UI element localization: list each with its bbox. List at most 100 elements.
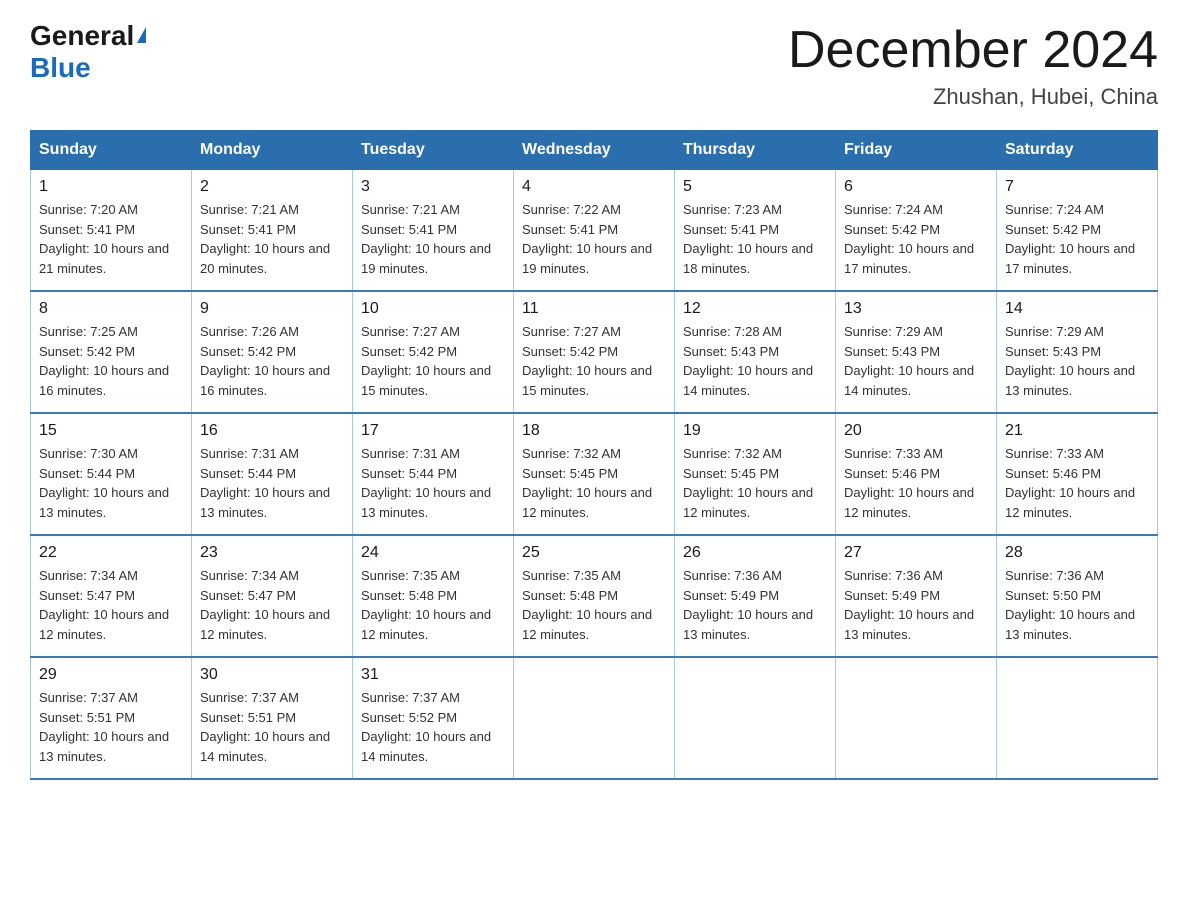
calendar-cell: 8 Sunrise: 7:25 AM Sunset: 5:42 PM Dayli…: [31, 291, 192, 413]
calendar-cell: [514, 657, 675, 779]
logo-general-text: General: [30, 20, 134, 52]
calendar-cell: 25 Sunrise: 7:35 AM Sunset: 5:48 PM Dayl…: [514, 535, 675, 657]
day-number: 11: [522, 300, 666, 318]
day-number: 25: [522, 544, 666, 562]
day-info: Sunrise: 7:32 AM Sunset: 5:45 PM Dayligh…: [522, 444, 666, 522]
day-info: Sunrise: 7:33 AM Sunset: 5:46 PM Dayligh…: [1005, 444, 1149, 522]
calendar-week-row: 8 Sunrise: 7:25 AM Sunset: 5:42 PM Dayli…: [31, 291, 1158, 413]
day-number: 22: [39, 544, 183, 562]
day-number: 1: [39, 178, 183, 196]
day-number: 4: [522, 178, 666, 196]
calendar-week-row: 1 Sunrise: 7:20 AM Sunset: 5:41 PM Dayli…: [31, 170, 1158, 292]
day-number: 18: [522, 422, 666, 440]
calendar-cell: 31 Sunrise: 7:37 AM Sunset: 5:52 PM Dayl…: [353, 657, 514, 779]
calendar-cell: 21 Sunrise: 7:33 AM Sunset: 5:46 PM Dayl…: [997, 413, 1158, 535]
day-info: Sunrise: 7:27 AM Sunset: 5:42 PM Dayligh…: [522, 322, 666, 400]
day-number: 17: [361, 422, 505, 440]
calendar-cell: 7 Sunrise: 7:24 AM Sunset: 5:42 PM Dayli…: [997, 170, 1158, 292]
day-number: 21: [1005, 422, 1149, 440]
day-number: 20: [844, 422, 988, 440]
day-info: Sunrise: 7:30 AM Sunset: 5:44 PM Dayligh…: [39, 444, 183, 522]
day-info: Sunrise: 7:32 AM Sunset: 5:45 PM Dayligh…: [683, 444, 827, 522]
day-number: 5: [683, 178, 827, 196]
calendar-cell: [836, 657, 997, 779]
day-number: 7: [1005, 178, 1149, 196]
day-info: Sunrise: 7:23 AM Sunset: 5:41 PM Dayligh…: [683, 200, 827, 278]
day-number: 27: [844, 544, 988, 562]
day-info: Sunrise: 7:34 AM Sunset: 5:47 PM Dayligh…: [200, 566, 344, 644]
header-sunday: Sunday: [31, 131, 192, 170]
calendar-week-row: 29 Sunrise: 7:37 AM Sunset: 5:51 PM Dayl…: [31, 657, 1158, 779]
day-number: 16: [200, 422, 344, 440]
day-info: Sunrise: 7:31 AM Sunset: 5:44 PM Dayligh…: [361, 444, 505, 522]
day-info: Sunrise: 7:34 AM Sunset: 5:47 PM Dayligh…: [39, 566, 183, 644]
calendar-cell: 28 Sunrise: 7:36 AM Sunset: 5:50 PM Dayl…: [997, 535, 1158, 657]
calendar-cell: [675, 657, 836, 779]
day-number: 15: [39, 422, 183, 440]
day-number: 30: [200, 666, 344, 684]
day-number: 10: [361, 300, 505, 318]
header-wednesday: Wednesday: [514, 131, 675, 170]
day-info: Sunrise: 7:33 AM Sunset: 5:46 PM Dayligh…: [844, 444, 988, 522]
day-info: Sunrise: 7:28 AM Sunset: 5:43 PM Dayligh…: [683, 322, 827, 400]
day-info: Sunrise: 7:29 AM Sunset: 5:43 PM Dayligh…: [1005, 322, 1149, 400]
calendar-cell: 15 Sunrise: 7:30 AM Sunset: 5:44 PM Dayl…: [31, 413, 192, 535]
day-number: 3: [361, 178, 505, 196]
logo: General Blue: [30, 20, 146, 84]
calendar-cell: 29 Sunrise: 7:37 AM Sunset: 5:51 PM Dayl…: [31, 657, 192, 779]
day-info: Sunrise: 7:27 AM Sunset: 5:42 PM Dayligh…: [361, 322, 505, 400]
day-info: Sunrise: 7:36 AM Sunset: 5:49 PM Dayligh…: [844, 566, 988, 644]
calendar-cell: 23 Sunrise: 7:34 AM Sunset: 5:47 PM Dayl…: [192, 535, 353, 657]
day-number: 12: [683, 300, 827, 318]
calendar-cell: 1 Sunrise: 7:20 AM Sunset: 5:41 PM Dayli…: [31, 170, 192, 292]
calendar-cell: 26 Sunrise: 7:36 AM Sunset: 5:49 PM Dayl…: [675, 535, 836, 657]
header-friday: Friday: [836, 131, 997, 170]
calendar-cell: 9 Sunrise: 7:26 AM Sunset: 5:42 PM Dayli…: [192, 291, 353, 413]
day-info: Sunrise: 7:25 AM Sunset: 5:42 PM Dayligh…: [39, 322, 183, 400]
day-number: 8: [39, 300, 183, 318]
day-number: 9: [200, 300, 344, 318]
calendar-cell: 18 Sunrise: 7:32 AM Sunset: 5:45 PM Dayl…: [514, 413, 675, 535]
day-number: 19: [683, 422, 827, 440]
day-info: Sunrise: 7:37 AM Sunset: 5:51 PM Dayligh…: [200, 688, 344, 766]
day-info: Sunrise: 7:35 AM Sunset: 5:48 PM Dayligh…: [361, 566, 505, 644]
calendar-cell: 5 Sunrise: 7:23 AM Sunset: 5:41 PM Dayli…: [675, 170, 836, 292]
header-row: Sunday Monday Tuesday Wednesday Thursday…: [31, 131, 1158, 170]
day-info: Sunrise: 7:24 AM Sunset: 5:42 PM Dayligh…: [1005, 200, 1149, 278]
day-number: 13: [844, 300, 988, 318]
calendar-cell: 22 Sunrise: 7:34 AM Sunset: 5:47 PM Dayl…: [31, 535, 192, 657]
calendar-body: 1 Sunrise: 7:20 AM Sunset: 5:41 PM Dayli…: [31, 170, 1158, 780]
calendar-cell: 30 Sunrise: 7:37 AM Sunset: 5:51 PM Dayl…: [192, 657, 353, 779]
day-info: Sunrise: 7:26 AM Sunset: 5:42 PM Dayligh…: [200, 322, 344, 400]
calendar-title: December 2024: [788, 20, 1158, 80]
calendar-cell: 2 Sunrise: 7:21 AM Sunset: 5:41 PM Dayli…: [192, 170, 353, 292]
calendar-subtitle: Zhushan, Hubei, China: [788, 84, 1158, 110]
calendar-cell: 4 Sunrise: 7:22 AM Sunset: 5:41 PM Dayli…: [514, 170, 675, 292]
day-info: Sunrise: 7:21 AM Sunset: 5:41 PM Dayligh…: [361, 200, 505, 278]
day-info: Sunrise: 7:20 AM Sunset: 5:41 PM Dayligh…: [39, 200, 183, 278]
calendar-cell: 17 Sunrise: 7:31 AM Sunset: 5:44 PM Dayl…: [353, 413, 514, 535]
title-section: December 2024 Zhushan, Hubei, China: [788, 20, 1158, 110]
day-number: 14: [1005, 300, 1149, 318]
calendar-header: Sunday Monday Tuesday Wednesday Thursday…: [31, 131, 1158, 170]
calendar-week-row: 22 Sunrise: 7:34 AM Sunset: 5:47 PM Dayl…: [31, 535, 1158, 657]
day-number: 29: [39, 666, 183, 684]
calendar-week-row: 15 Sunrise: 7:30 AM Sunset: 5:44 PM Dayl…: [31, 413, 1158, 535]
day-number: 2: [200, 178, 344, 196]
header-saturday: Saturday: [997, 131, 1158, 170]
day-info: Sunrise: 7:24 AM Sunset: 5:42 PM Dayligh…: [844, 200, 988, 278]
day-info: Sunrise: 7:22 AM Sunset: 5:41 PM Dayligh…: [522, 200, 666, 278]
day-info: Sunrise: 7:37 AM Sunset: 5:52 PM Dayligh…: [361, 688, 505, 766]
day-info: Sunrise: 7:36 AM Sunset: 5:49 PM Dayligh…: [683, 566, 827, 644]
calendar-cell: 3 Sunrise: 7:21 AM Sunset: 5:41 PM Dayli…: [353, 170, 514, 292]
day-number: 28: [1005, 544, 1149, 562]
calendar-cell: 6 Sunrise: 7:24 AM Sunset: 5:42 PM Dayli…: [836, 170, 997, 292]
calendar-cell: 11 Sunrise: 7:27 AM Sunset: 5:42 PM Dayl…: [514, 291, 675, 413]
calendar-cell: 24 Sunrise: 7:35 AM Sunset: 5:48 PM Dayl…: [353, 535, 514, 657]
calendar-cell: 19 Sunrise: 7:32 AM Sunset: 5:45 PM Dayl…: [675, 413, 836, 535]
day-info: Sunrise: 7:35 AM Sunset: 5:48 PM Dayligh…: [522, 566, 666, 644]
calendar-cell: 13 Sunrise: 7:29 AM Sunset: 5:43 PM Dayl…: [836, 291, 997, 413]
calendar-cell: 20 Sunrise: 7:33 AM Sunset: 5:46 PM Dayl…: [836, 413, 997, 535]
day-info: Sunrise: 7:29 AM Sunset: 5:43 PM Dayligh…: [844, 322, 988, 400]
calendar-cell: [997, 657, 1158, 779]
